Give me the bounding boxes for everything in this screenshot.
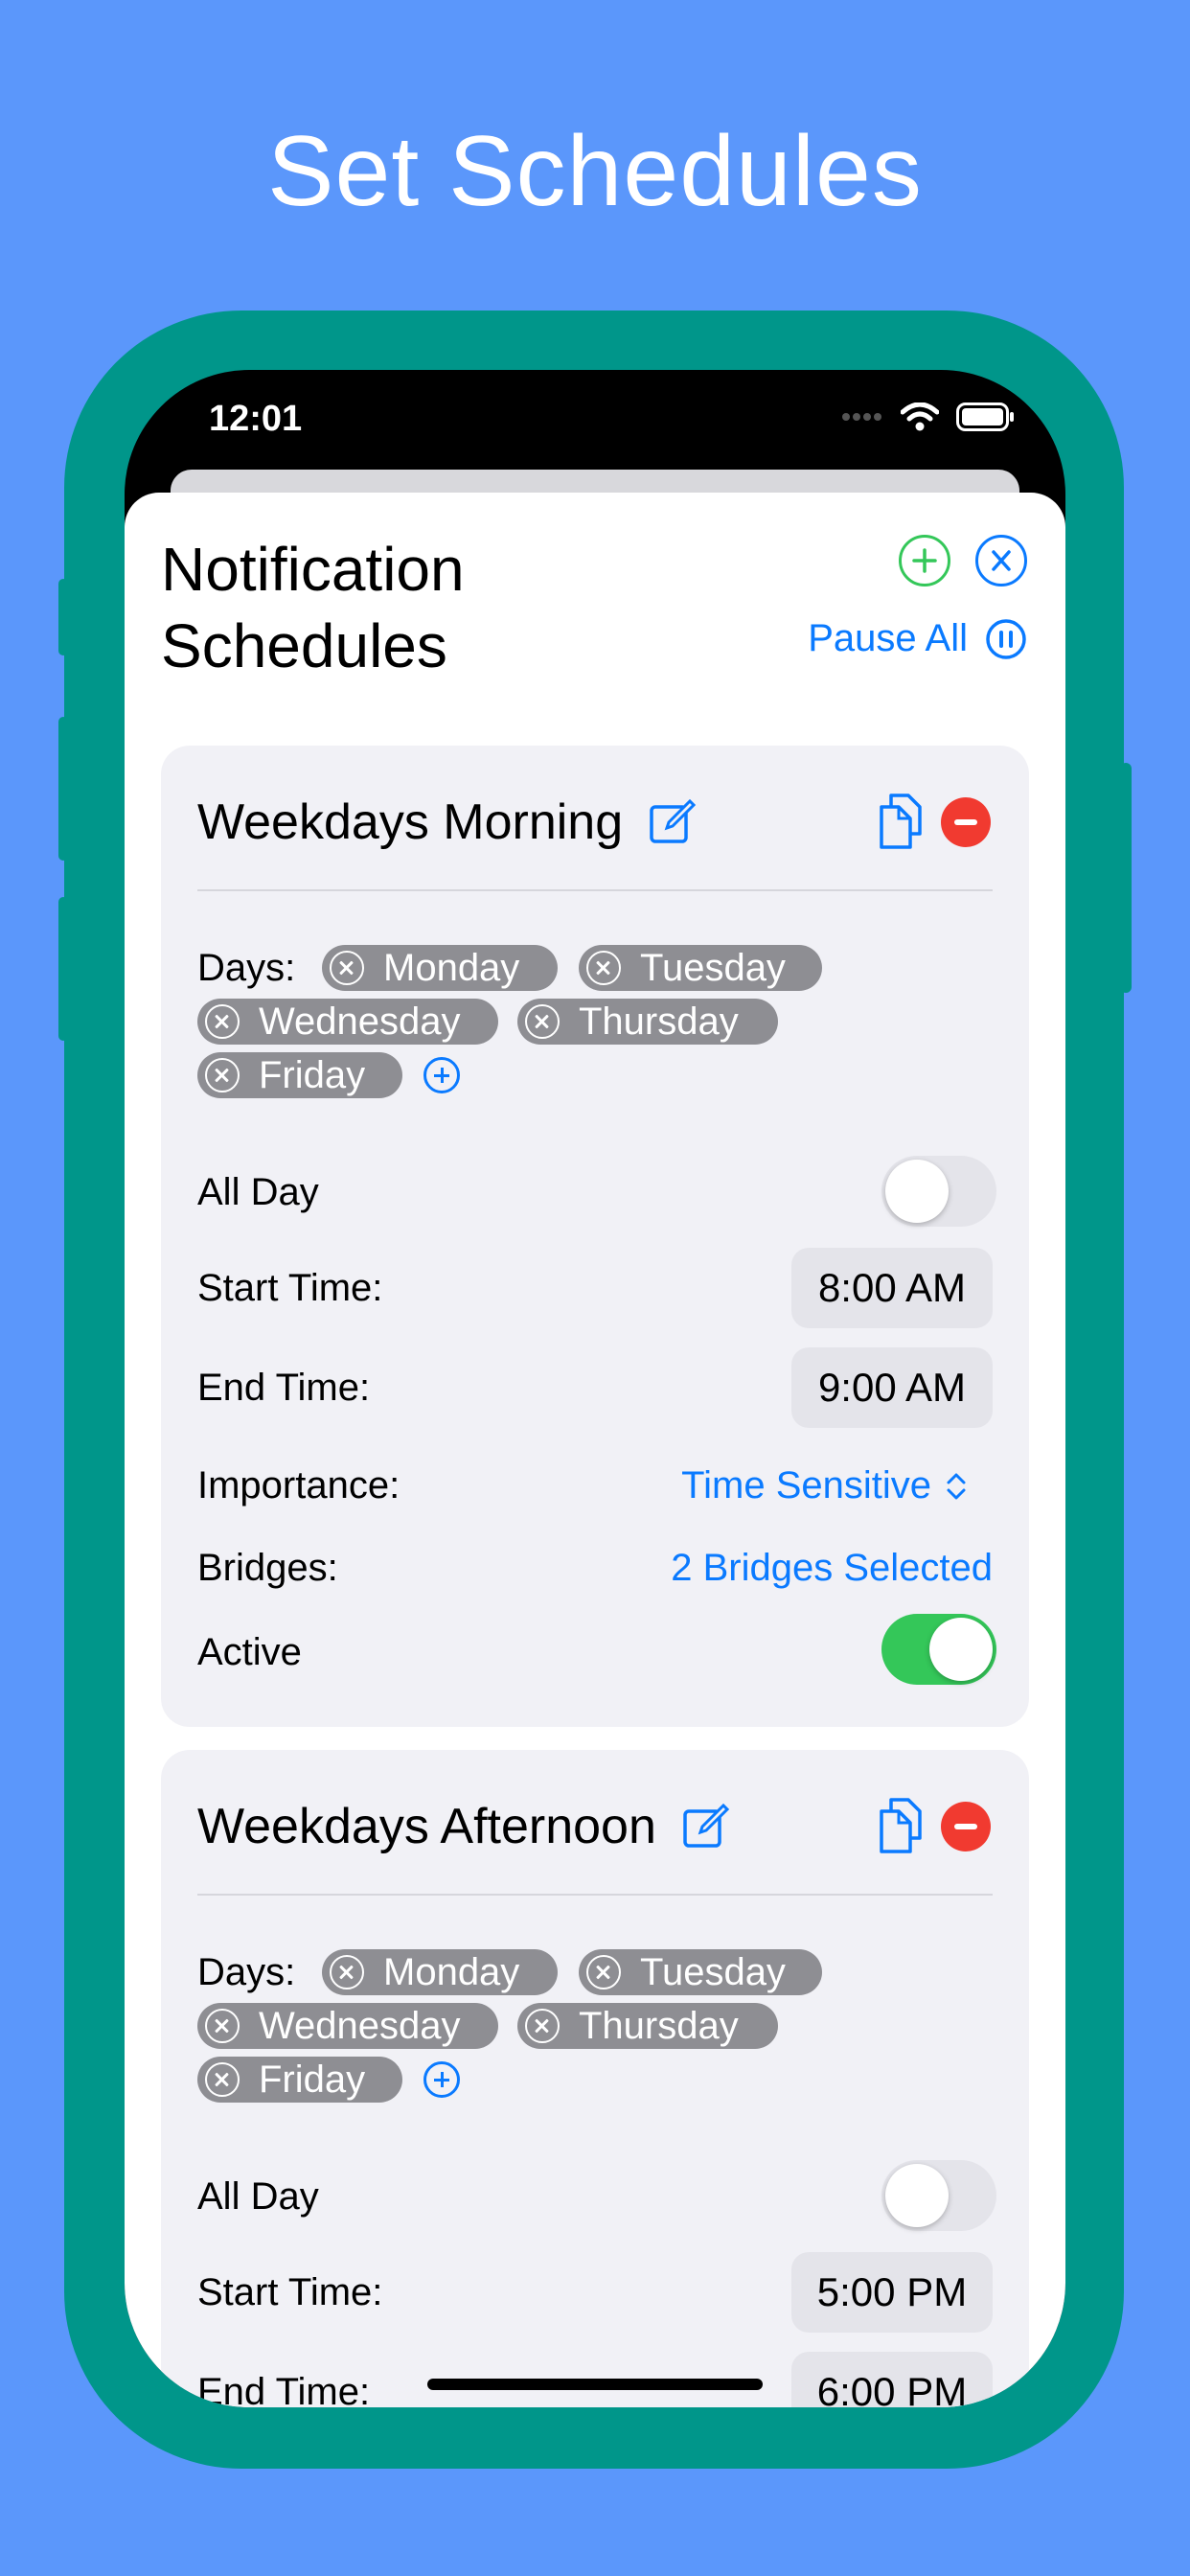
add-schedule-button[interactable] — [899, 535, 950, 586]
start-time-picker[interactable]: 5:00 PM — [791, 2252, 993, 2333]
day-chip-tuesday[interactable]: Tuesday — [579, 1949, 822, 1995]
start-time-label: Start Time: — [197, 2271, 383, 2313]
end-time-label: End Time: — [197, 2371, 371, 2407]
duplicate-icon[interactable] — [874, 1794, 927, 1857]
volume-down-button — [58, 897, 68, 1041]
chevron-up-down-icon — [947, 1473, 966, 1499]
remove-day-icon[interactable] — [586, 1955, 621, 1990]
bridges-value: 2 Bridges Selected — [671, 1547, 993, 1589]
day-chip-thursday[interactable]: Thursday — [517, 2003, 778, 2049]
remove-day-icon[interactable] — [205, 2009, 240, 2043]
remove-day-icon[interactable] — [525, 2009, 560, 2043]
duplicate-icon[interactable] — [874, 790, 927, 853]
day-chip-monday[interactable]: Monday — [322, 945, 558, 991]
end-time-picker[interactable]: 6:00 PM — [791, 2352, 993, 2407]
home-indicator[interactable] — [427, 2379, 763, 2390]
pause-all-button[interactable]: Pause All — [808, 617, 1027, 660]
schedule-title-row: Weekdays Morning — [197, 794, 698, 851]
day-chip-label: Friday — [259, 1053, 366, 1096]
remove-day-icon[interactable] — [586, 951, 621, 985]
mute-switch — [58, 579, 68, 656]
all-day-toggle[interactable] — [881, 2160, 996, 2231]
day-chip-label: Wednesday — [259, 2004, 461, 2047]
day-chip-monday[interactable]: Monday — [322, 1949, 558, 1995]
remove-day-icon[interactable] — [205, 2062, 240, 2097]
importance-picker[interactable]: Time Sensitive — [681, 1464, 968, 1507]
pause-circle-icon — [986, 618, 1026, 659]
remove-day-icon[interactable] — [330, 1955, 364, 1990]
days-label: Days: — [197, 1951, 296, 1993]
day-chip-wednesday[interactable]: Wednesday — [197, 999, 498, 1045]
volume-up-button — [58, 717, 68, 861]
day-chip-thursday[interactable]: Thursday — [517, 999, 778, 1045]
importance-value: Time Sensitive — [681, 1464, 931, 1506]
day-chip-label: Thursday — [579, 1000, 739, 1043]
importance-label: Importance: — [197, 1464, 400, 1506]
schedule-card: Weekdays Afternoon Days: Monday Tuesday … — [161, 1750, 1029, 2407]
edit-icon[interactable] — [648, 797, 698, 847]
all-day-toggle[interactable] — [881, 1156, 996, 1227]
pause-all-label: Pause All — [808, 617, 968, 659]
day-chip-label: Wednesday — [259, 1000, 461, 1043]
day-chip-label: Monday — [383, 946, 520, 989]
day-chip-label: Monday — [383, 1950, 520, 1993]
signal-dots-icon — [842, 413, 881, 421]
start-time-label: Start Time: — [197, 1267, 383, 1309]
end-time-picker[interactable]: 9:00 AM — [791, 1347, 993, 1428]
toggle-knob — [929, 1618, 993, 1681]
banner-title: Set Schedules — [267, 116, 923, 227]
add-day-button[interactable] — [423, 1057, 460, 1093]
bridges-label: Bridges: — [197, 1547, 338, 1589]
toggle-knob — [885, 2164, 949, 2227]
start-time-picker[interactable]: 8:00 AM — [791, 1248, 993, 1328]
day-chip-friday[interactable]: Friday — [197, 1052, 402, 1098]
day-chip-label: Tuesday — [640, 946, 786, 989]
add-day-button[interactable] — [423, 2061, 460, 2098]
bridges-selector[interactable]: 2 Bridges Selected — [671, 1547, 993, 1590]
delete-schedule-button[interactable] — [941, 1802, 991, 1852]
all-day-label: All Day — [197, 2175, 319, 2218]
remove-day-icon[interactable] — [205, 1058, 240, 1092]
battery-icon — [956, 402, 1014, 431]
all-day-label: All Day — [197, 1171, 319, 1213]
delete-schedule-button[interactable] — [941, 797, 991, 847]
close-button[interactable] — [975, 535, 1027, 586]
days-label: Days: — [197, 947, 296, 989]
phone-screen: 12:01 Notification Schedules Pause All W… — [125, 370, 1065, 2407]
remove-day-icon[interactable] — [205, 1004, 240, 1039]
day-chip-label: Tuesday — [640, 1950, 786, 1993]
plus-icon — [912, 548, 937, 573]
notch — [351, 370, 839, 441]
active-toggle[interactable] — [881, 1614, 996, 1685]
schedule-name: Weekdays Afternoon — [197, 1799, 656, 1854]
wifi-icon — [901, 402, 939, 431]
divider — [197, 889, 993, 891]
day-chip-tuesday[interactable]: Tuesday — [579, 945, 822, 991]
day-chip-friday[interactable]: Friday — [197, 2057, 402, 2103]
divider — [197, 1894, 993, 1896]
remove-day-icon[interactable] — [330, 951, 364, 985]
x-icon — [992, 550, 1011, 571]
active-label: Active — [197, 1631, 302, 1673]
schedule-card: Weekdays Morning Days: Monday Tuesday We… — [161, 746, 1029, 1727]
remove-day-icon[interactable] — [525, 1004, 560, 1039]
day-chip-label: Friday — [259, 2058, 366, 2101]
power-button — [1120, 763, 1132, 993]
end-time-label: End Time: — [197, 1367, 371, 1409]
schedule-name: Weekdays Morning — [197, 794, 624, 850]
schedule-title-row: Weekdays Afternoon — [197, 1798, 731, 1855]
page-title: Notification Schedules — [161, 535, 465, 680]
schedules-sheet: Notification Schedules Pause All Weekday… — [125, 493, 1065, 2407]
day-chip-label: Thursday — [579, 2004, 739, 2047]
status-icons — [841, 402, 1016, 431]
status-time: 12:01 — [209, 399, 303, 439]
day-chip-wednesday[interactable]: Wednesday — [197, 2003, 498, 2049]
edit-icon[interactable] — [681, 1802, 731, 1852]
toggle-knob — [885, 1160, 949, 1223]
